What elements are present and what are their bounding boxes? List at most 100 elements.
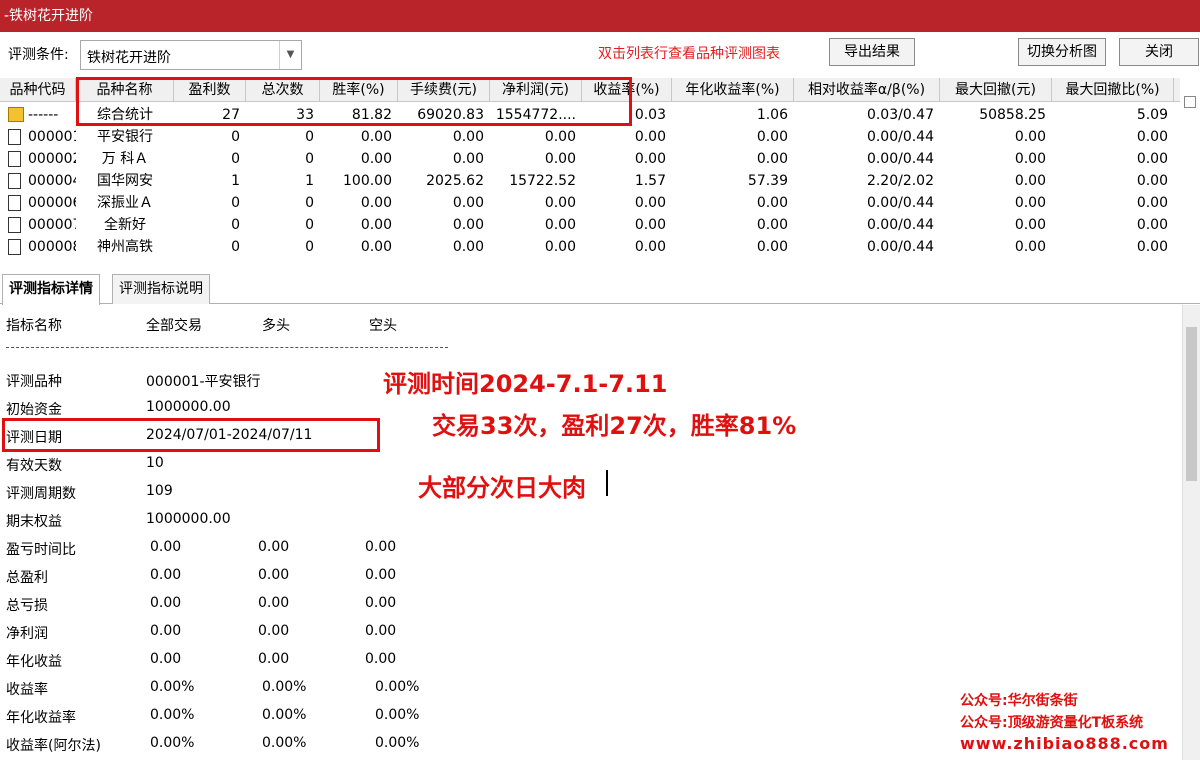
- cell-total-count: 0: [305, 239, 314, 255]
- info-label: 评测品种: [6, 374, 62, 390]
- metric-value-long: 0.00: [258, 539, 290, 555]
- table-row[interactable]: 000002 万 科Ａ 0 0 0.00 0.00 0.00 0.00 0.00 0.00/0.4…: [0, 148, 1180, 170]
- table-row[interactable]: 000006 深振业Ａ 0 0 0.00 0.00 0.00 0.00 0.00 0.00/0.4…: [0, 192, 1180, 214]
- metric-value-all: 0.00: [150, 539, 182, 555]
- metric-value-short: 0.00%: [375, 679, 420, 695]
- condition-combobox[interactable]: 铁树花开进阶 ▼: [80, 40, 302, 70]
- cell-relative-return: 0.00/0.44: [866, 195, 934, 211]
- divider: [6, 347, 448, 348]
- detail-header-name: 指标名称: [6, 318, 62, 334]
- cell-win-count: 1: [231, 173, 240, 189]
- cell-max-drawdown: 0.00: [1014, 217, 1046, 233]
- watermark-line-2: 公众号:顶级游资量化T板系统: [960, 715, 1144, 731]
- switch-chart-button[interactable]: 切换分析图: [1018, 38, 1106, 66]
- chevron-down-icon[interactable]: ▼: [279, 41, 301, 69]
- table-row[interactable]: 000004 国华网安 1 1 100.00 2025.62 15722.52 1.57 57.…: [0, 170, 1180, 192]
- export-button[interactable]: 导出结果: [829, 38, 915, 66]
- cell-code: 000004: [28, 173, 76, 189]
- cell-win-rate: 0.00: [360, 195, 392, 211]
- cell-max-drawdown-ratio: 0.00: [1136, 239, 1168, 255]
- detail-header-short: 空头: [369, 318, 397, 334]
- detail-scrollbar-thumb[interactable]: [1186, 327, 1197, 481]
- condition-value: 铁树花开进阶: [87, 50, 171, 66]
- hint-text: 双击列表行查看品种评测图表: [598, 46, 780, 62]
- column-header-max-drawdown-ratio[interactable]: 最大回撤比(%): [1052, 78, 1174, 102]
- metric-label: 收益率(阿尔法): [6, 738, 101, 754]
- metric-value-short: 0.00: [365, 623, 397, 639]
- cell-relative-return: 0.00/0.44: [866, 217, 934, 233]
- highlight-box-summary: [76, 77, 632, 126]
- cell-fee: 0.00: [452, 129, 484, 145]
- info-label: 有效天数: [6, 458, 62, 474]
- cell-max-drawdown: 0.00: [1014, 151, 1046, 167]
- cell-name: 神州高铁: [97, 239, 153, 255]
- cell-annual-return: 0.00: [756, 195, 788, 211]
- cell-return-rate: 0.00: [634, 239, 666, 255]
- detail-header-all: 全部交易: [146, 318, 202, 334]
- tab-indicator-details[interactable]: 评测指标详情: [2, 274, 100, 305]
- metric-value-short: 0.00: [365, 567, 397, 583]
- metric-value-short: 0.00: [365, 651, 397, 667]
- column-header-relative-return[interactable]: 相对收益率α/β(%): [794, 78, 940, 102]
- table-row[interactable]: 000007 全新好 0 0 0.00 0.00 0.00 0.00 0.00 0.00/0.44…: [0, 214, 1180, 236]
- cell-name: 国华网安: [97, 173, 153, 189]
- metric-value-all: 0.00%: [150, 707, 195, 723]
- window-title: -铁树花开进阶: [4, 8, 94, 24]
- cell-code: 000008: [28, 239, 76, 255]
- cell-return-rate: 0.00: [634, 151, 666, 167]
- cell-max-drawdown: 0.00: [1014, 173, 1046, 189]
- cell-max-drawdown-ratio: 0.00: [1136, 173, 1168, 189]
- cell-total-count: 0: [305, 151, 314, 167]
- text-caret: [606, 470, 608, 496]
- column-header-annual-return[interactable]: 年化收益率(%): [672, 78, 794, 102]
- highlight-box-date: [2, 418, 380, 452]
- cell-total-count: 0: [305, 217, 314, 233]
- detail-scrollbar[interactable]: [1182, 305, 1200, 760]
- annotation-trade-stats: 交易33次，盈利27次，胜率81%: [432, 412, 797, 440]
- grid-scrollbar[interactable]: [1184, 96, 1196, 108]
- annotation-test-period: 评测时间2024-7.1-7.11: [383, 370, 668, 398]
- metric-label: 年化收益率: [6, 710, 76, 726]
- info-value: 1000000.00: [146, 399, 231, 415]
- cell-annual-return: 0.00: [756, 239, 788, 255]
- metric-label: 收益率: [6, 682, 48, 698]
- metric-value-short: 0.00: [365, 539, 397, 555]
- cell-max-drawdown-ratio: 0.00: [1136, 151, 1168, 167]
- cell-code: 000001: [28, 129, 76, 145]
- cell-name: 平安银行: [97, 129, 153, 145]
- cell-annual-return: 0.00: [756, 129, 788, 145]
- cell-win-count: 0: [231, 239, 240, 255]
- info-label: 初始资金: [6, 402, 62, 418]
- tab-indicator-description[interactable]: 评测指标说明: [112, 274, 210, 304]
- column-header-code[interactable]: 品种代码: [0, 78, 76, 102]
- cell-net-profit: 0.00: [544, 151, 576, 167]
- cell-win-rate: 0.00: [360, 217, 392, 233]
- cell-win-count: 0: [231, 195, 240, 211]
- metric-value-long: 0.00%: [262, 679, 307, 695]
- cell-win-rate: 0.00: [360, 239, 392, 255]
- column-header-max-drawdown[interactable]: 最大回撤(元): [940, 78, 1052, 102]
- watermark-url: www.zhibiao888.com: [960, 734, 1169, 753]
- cell-annual-return: 57.39: [747, 173, 788, 189]
- metric-value-short: 0.00: [365, 595, 397, 611]
- metric-value-all: 0.00: [150, 623, 182, 639]
- cell-relative-return: 0.00/0.44: [866, 151, 934, 167]
- table-row[interactable]: 000001 平安银行 0 0 0.00 0.00 0.00 0.00 0.00 0.00/0.4…: [0, 126, 1180, 148]
- condition-label: 评测条件:: [8, 47, 69, 63]
- metric-label: 总盈利: [6, 570, 48, 586]
- cell-relative-return: 0.00/0.44: [866, 239, 934, 255]
- toolbar: 评测条件: 铁树花开进阶 ▼ 双击列表行查看品种评测图表 导出结果 切换分析图 …: [0, 32, 1200, 78]
- cell-total-count: 1: [305, 173, 314, 189]
- info-value: 000001-平安银行: [146, 374, 261, 390]
- metric-value-all: 0.00: [150, 567, 182, 583]
- close-button[interactable]: 关闭: [1119, 38, 1199, 66]
- info-label: 评测周期数: [6, 486, 76, 502]
- info-label: 期末权益: [6, 514, 62, 530]
- metric-value-long: 0.00: [258, 651, 290, 667]
- cell-return-rate: 1.57: [634, 173, 666, 189]
- cell-net-profit: 0.00: [544, 217, 576, 233]
- table-row[interactable]: 000008 神州高铁 0 0 0.00 0.00 0.00 0.00 0.00 0.00/0.4…: [0, 236, 1180, 258]
- cell-max-drawdown-ratio: 0.00: [1136, 217, 1168, 233]
- cell-relative-return: 0.03/0.47: [866, 107, 934, 123]
- info-value: 109: [146, 483, 173, 499]
